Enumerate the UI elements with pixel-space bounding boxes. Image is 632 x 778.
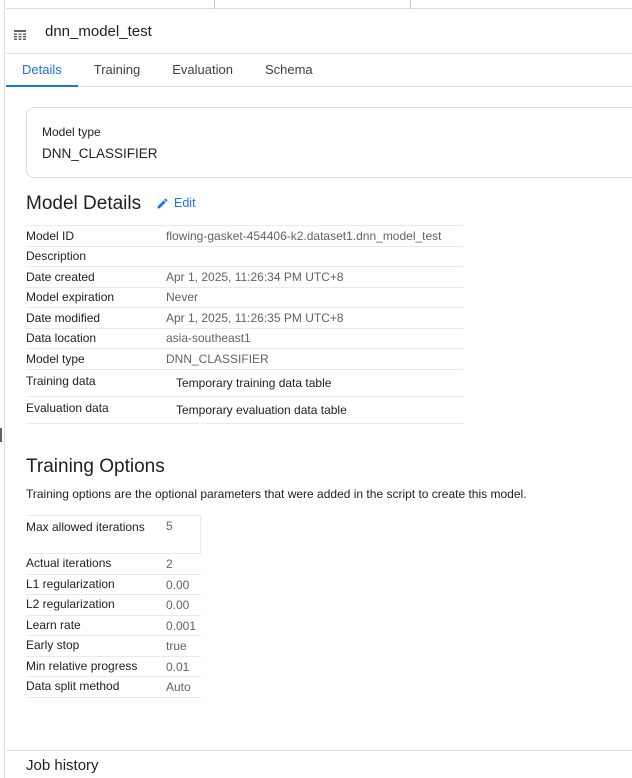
- table-row: Learn rate 0.001: [26, 614, 201, 636]
- row-value: Never: [166, 286, 463, 308]
- table-row: Max allowed iterations 5: [26, 515, 201, 554]
- tab-schema[interactable]: Schema: [249, 55, 329, 86]
- row-key: Data split method: [26, 676, 166, 698]
- table-row: Model ID flowing-gasket-454406-k2.datase…: [26, 225, 463, 247]
- row-key: Early stop: [26, 635, 166, 657]
- row-key: Data location: [26, 327, 166, 349]
- row-value: Apr 1, 2025, 11:26:35 PM UTC+8: [166, 307, 463, 329]
- row-value: 2: [166, 553, 201, 575]
- table-row: Date created Apr 1, 2025, 11:26:34 PM UT…: [26, 266, 463, 288]
- row-value: Apr 1, 2025, 11:26:34 PM UTC+8: [166, 266, 463, 288]
- edit-label: Edit: [174, 196, 196, 210]
- training-data-link[interactable]: Temporary training data table: [166, 368, 463, 397]
- table-row: Data split method Auto: [26, 676, 201, 698]
- table-row: Data location asia-southeast1: [26, 327, 463, 349]
- row-key: Model ID: [26, 225, 166, 247]
- row-value: true: [166, 635, 201, 657]
- rail-resize-handle[interactable]: [0, 428, 2, 442]
- row-key: L2 regularization: [26, 594, 166, 616]
- row-value: flowing-gasket-454406-k2.dataset1.dnn_mo…: [166, 225, 463, 247]
- pencil-icon: [157, 198, 168, 208]
- row-value: 0.001: [166, 614, 201, 636]
- left-rail: [0, 0, 5, 778]
- row-key: L1 regularization: [26, 573, 166, 595]
- row-key: Max allowed iterations: [26, 515, 166, 554]
- row-value: asia-southeast1: [166, 327, 463, 349]
- model-details-table: Model ID flowing-gasket-454406-k2.datase…: [26, 225, 463, 424]
- table-row: L2 regularization 0.00: [26, 594, 201, 616]
- row-key: Evaluation data: [26, 395, 166, 424]
- table-row: Training data Temporary training data ta…: [26, 368, 463, 397]
- row-key: Training data: [26, 368, 166, 397]
- table-row: Model expiration Never: [26, 286, 463, 308]
- row-key: Model type: [26, 348, 166, 370]
- row-value: 0.00: [166, 594, 201, 616]
- row-key: Model expiration: [26, 286, 166, 308]
- table-row: Early stop true: [26, 635, 201, 657]
- tab-bar: Details Training Evaluation Schema: [6, 55, 632, 87]
- model-type-card: Model type DNN_CLASSIFIER: [26, 107, 632, 178]
- training-options-description: Training options are the optional parame…: [26, 487, 527, 501]
- model-type-card-value: DNN_CLASSIFIER: [42, 146, 158, 161]
- row-key: Date created: [26, 266, 166, 288]
- evaluation-data-link[interactable]: Temporary evaluation data table: [166, 395, 463, 424]
- job-history-section[interactable]: Job history: [6, 750, 632, 778]
- edit-button[interactable]: Edit: [156, 196, 196, 210]
- row-value: 5: [166, 515, 201, 554]
- row-value: 0.00: [166, 573, 201, 595]
- row-value: 0.01: [166, 655, 201, 677]
- table-row: Date modified Apr 1, 2025, 11:26:35 PM U…: [26, 307, 463, 329]
- row-key: Learn rate: [26, 614, 166, 636]
- tab-details[interactable]: Details: [6, 55, 78, 87]
- row-key: Date modified: [26, 307, 166, 329]
- table-row: Model type DNN_CLASSIFIER: [26, 348, 463, 370]
- table-grid-icon: [14, 27, 26, 40]
- row-key: Min relative progress: [26, 655, 166, 677]
- tab-evaluation[interactable]: Evaluation: [156, 55, 249, 86]
- model-type-card-label: Model type: [42, 125, 101, 139]
- training-options-title: Training Options: [26, 456, 165, 477]
- table-row: Actual iterations 2: [26, 553, 201, 575]
- model-titlebar: dnn_model_test: [6, 10, 632, 54]
- row-key: Description: [26, 245, 166, 267]
- top-strip: [6, 0, 632, 9]
- table-row: L1 regularization 0.00: [26, 573, 201, 595]
- table-row: Min relative progress 0.01: [26, 655, 201, 677]
- tab-training[interactable]: Training: [78, 55, 156, 86]
- row-value: DNN_CLASSIFIER: [166, 348, 463, 370]
- row-value: Auto: [166, 676, 201, 698]
- job-history-title: Job history: [26, 757, 99, 774]
- row-value: [166, 245, 463, 267]
- model-name: dnn_model_test: [45, 23, 152, 40]
- training-options-table: Max allowed iterations 5 Actual iteratio…: [26, 515, 201, 698]
- model-details-title: Model Details: [26, 193, 142, 214]
- row-key: Actual iterations: [26, 553, 166, 575]
- table-row: Description: [26, 245, 463, 267]
- table-row: Evaluation data Temporary evaluation dat…: [26, 395, 463, 424]
